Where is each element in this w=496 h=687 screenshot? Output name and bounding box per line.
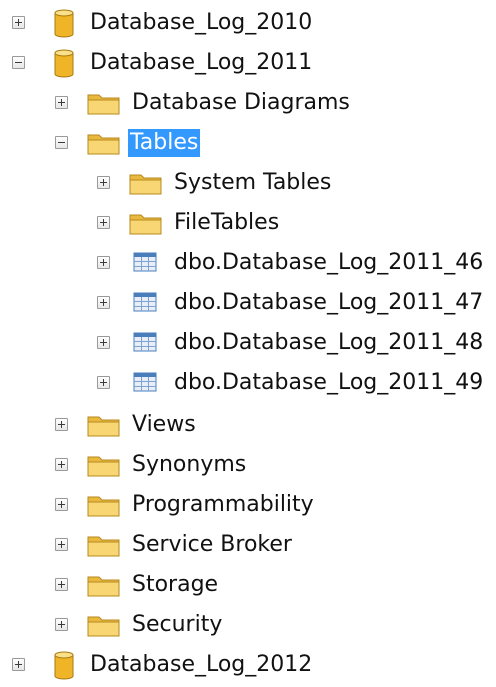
tree-node-label: Database_Log_2011 [90, 50, 313, 75]
database-icon [54, 9, 74, 38]
expand-icon[interactable] [55, 538, 68, 551]
table-icon [133, 252, 157, 272]
tree-node-database-log-2010[interactable]: Database_Log_2010 [0, 6, 496, 40]
expand-icon[interactable] [55, 578, 68, 591]
tree-node-table-48[interactable]: dbo.Database_Log_2011_48 [0, 326, 496, 360]
tree-node-database-log-2011[interactable]: Database_Log_2011 [0, 46, 496, 80]
tree-node-label: System Tables [174, 170, 332, 195]
expand-icon[interactable] [12, 658, 25, 671]
expand-icon[interactable] [55, 498, 68, 511]
expand-icon[interactable] [12, 16, 25, 29]
collapse-icon[interactable] [12, 56, 25, 69]
tree-node-label: Programmability [132, 492, 314, 517]
tree-node-programmability[interactable]: Programmability [0, 488, 496, 522]
tree-node-table-47[interactable]: dbo.Database_Log_2011_47 [0, 286, 496, 320]
tree-node-label: dbo.Database_Log_2011_47 [174, 290, 484, 315]
folder-icon [129, 174, 162, 195]
expand-icon[interactable] [55, 96, 68, 109]
expand-icon[interactable] [55, 418, 68, 431]
tree-node-label: dbo.Database_Log_2011_48 [174, 330, 484, 355]
expand-icon[interactable] [55, 618, 68, 631]
tree-node-filetables[interactable]: FileTables [0, 206, 496, 240]
folder-icon [87, 536, 120, 557]
tree-node-label: Database Diagrams [132, 90, 350, 115]
expand-icon[interactable] [97, 376, 110, 389]
tree-node-label: Synonyms [132, 452, 247, 477]
tree-node-table-46[interactable]: dbo.Database_Log_2011_46 [0, 246, 496, 280]
tree-node-label-selected: Tables [128, 129, 201, 157]
expand-icon[interactable] [97, 336, 110, 349]
table-icon [133, 292, 157, 312]
tree-node-database-diagrams[interactable]: Database Diagrams [0, 86, 496, 120]
tree-node-label: Storage [132, 572, 219, 597]
folder-icon [87, 456, 120, 477]
expand-icon[interactable] [55, 458, 68, 471]
table-icon [133, 372, 157, 392]
tree-node-security[interactable]: Security [0, 608, 496, 642]
tree-node-storage[interactable]: Storage [0, 568, 496, 602]
tree-node-label: Database_Log_2010 [90, 10, 313, 35]
tree-node-table-49[interactable]: dbo.Database_Log_2011_49 [0, 366, 496, 400]
tree-node-service-broker[interactable]: Service Broker [0, 528, 496, 562]
folder-icon [87, 94, 120, 115]
tree-node-label: Views [132, 412, 196, 437]
folder-icon [87, 416, 120, 437]
folder-icon [87, 576, 120, 597]
folder-icon [129, 214, 162, 235]
expand-icon[interactable] [97, 296, 110, 309]
folder-icon [87, 134, 120, 155]
object-explorer-tree: Database_Log_2010 Database_Log_2011 Data… [0, 0, 496, 687]
tree-node-label: Security [132, 612, 223, 637]
tree-node-views[interactable]: Views [0, 408, 496, 442]
folder-icon [87, 496, 120, 517]
expand-icon[interactable] [97, 216, 110, 229]
collapse-icon[interactable] [55, 136, 68, 149]
folder-icon [87, 616, 120, 637]
database-icon [54, 651, 74, 680]
tree-node-label: dbo.Database_Log_2011_46 [174, 250, 484, 275]
tree-node-label: dbo.Database_Log_2011_49 [174, 370, 484, 395]
tree-node-database-log-2012[interactable]: Database_Log_2012 [0, 648, 496, 682]
tree-node-tables[interactable]: Tables [0, 126, 496, 160]
expand-icon[interactable] [97, 176, 110, 189]
tree-node-label: Service Broker [132, 532, 292, 557]
tree-node-label: FileTables [174, 210, 280, 235]
expand-icon[interactable] [97, 256, 110, 269]
tree-node-system-tables[interactable]: System Tables [0, 166, 496, 200]
database-icon [54, 49, 74, 78]
table-icon [133, 332, 157, 352]
tree-node-synonyms[interactable]: Synonyms [0, 448, 496, 482]
tree-node-label: Database_Log_2012 [90, 652, 313, 677]
